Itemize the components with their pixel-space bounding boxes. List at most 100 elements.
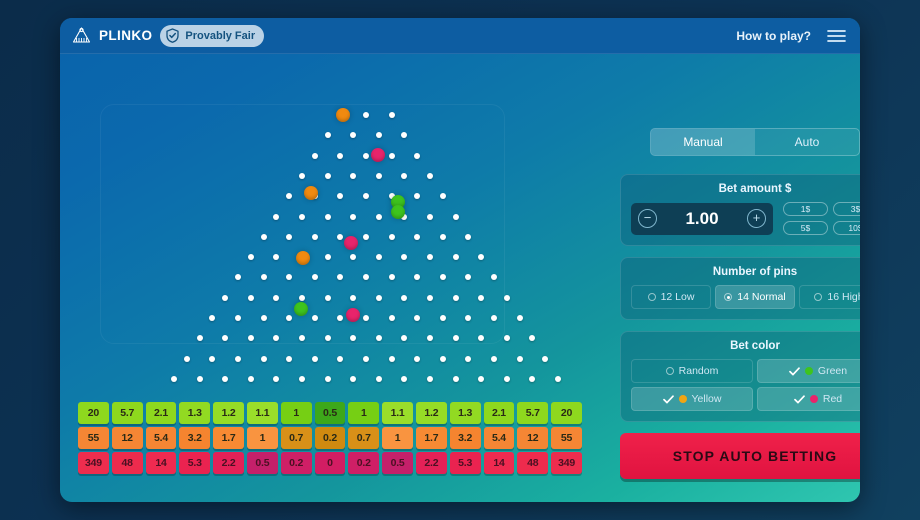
- pin: [478, 376, 484, 382]
- bet-amount-card: Bet amount $ − 1.00 + 1$ 3$ 5$ 10$: [620, 174, 860, 246]
- pin: [491, 274, 497, 280]
- pins-option-14-normal[interactable]: 14 Normal: [715, 285, 795, 309]
- multiplier-cell: 14: [484, 452, 515, 474]
- multiplier-cell: 14: [146, 452, 177, 474]
- quick-bet-3[interactable]: 3$: [833, 202, 860, 216]
- pins-option-16-high[interactable]: 16 High: [799, 285, 860, 309]
- multiplier-cell: 0.5: [382, 452, 413, 474]
- multiplier-cell: 1.2: [416, 402, 447, 424]
- pin: [299, 376, 305, 382]
- multiplier-row-orange: 55125.43.21.710.70.20.711.73.25.41255: [78, 427, 582, 449]
- plinko-ball: [391, 205, 405, 219]
- multiplier-cell: 1: [281, 402, 312, 424]
- pin: [401, 335, 407, 341]
- pin: [376, 376, 382, 382]
- pins-option-label: 14 Normal: [737, 291, 785, 303]
- quick-bet-5[interactable]: 5$: [783, 221, 828, 235]
- bet-color-card: Bet color Random Green: [620, 331, 860, 422]
- pin: [389, 153, 395, 159]
- multiplier-cell: 5.4: [146, 427, 177, 449]
- quick-bet-1[interactable]: 1$: [783, 202, 828, 216]
- how-to-play-link[interactable]: How to play?: [736, 29, 811, 43]
- multiplier-cell: 2.2: [213, 452, 244, 474]
- multiplier-cell: 1.7: [416, 427, 447, 449]
- number-of-pins-title: Number of pins: [631, 266, 860, 278]
- bet-color-label: Red: [823, 393, 842, 405]
- pin: [504, 295, 510, 301]
- provably-fair-badge[interactable]: Provably Fair: [160, 25, 264, 47]
- pin: [248, 335, 254, 341]
- tab-auto[interactable]: Auto: [755, 129, 859, 155]
- pin: [401, 173, 407, 179]
- radio-icon: [814, 293, 822, 301]
- pin: [401, 295, 407, 301]
- header-right-group: How to play?: [736, 29, 860, 43]
- pin: [350, 254, 356, 260]
- bet-color-red[interactable]: Red: [757, 387, 860, 411]
- multiplier-cell: 0.2: [348, 452, 379, 474]
- multiplier-cell: 0.7: [348, 427, 379, 449]
- shield-check-icon: [165, 28, 180, 43]
- bet-increment-button[interactable]: +: [747, 209, 766, 228]
- pin: [465, 315, 471, 321]
- pin: [337, 234, 343, 240]
- pin: [261, 274, 267, 280]
- pin: [555, 376, 561, 382]
- pin: [363, 153, 369, 159]
- color-swatch-yellow: [679, 395, 687, 403]
- multiplier-cell: 0.7: [281, 427, 312, 449]
- multiplier-row-red: 34948145.32.20.50.200.20.52.25.31448349: [78, 452, 582, 474]
- pin: [376, 335, 382, 341]
- pin: [504, 376, 510, 382]
- radio-icon: [666, 367, 674, 375]
- multiplier-cell: 1: [348, 402, 379, 424]
- pin: [312, 356, 318, 362]
- multiplier-cell: 1.2: [213, 402, 244, 424]
- multiplier-cell: 1.7: [213, 427, 244, 449]
- pin: [350, 132, 356, 138]
- pin: [427, 376, 433, 382]
- quick-bet-10[interactable]: 10$: [833, 221, 860, 235]
- bet-color-green[interactable]: Green: [757, 359, 860, 383]
- pin: [376, 295, 382, 301]
- plinko-ball: [346, 308, 360, 322]
- mode-tabs: Manual Auto: [650, 128, 860, 156]
- pin: [350, 173, 356, 179]
- hamburger-menu-icon[interactable]: [827, 29, 846, 43]
- color-swatch-red: [810, 395, 818, 403]
- pin: [261, 356, 267, 362]
- pin: [376, 214, 382, 220]
- check-icon: [789, 367, 800, 376]
- pin: [465, 356, 471, 362]
- pin: [312, 315, 318, 321]
- pin: [312, 153, 318, 159]
- multiplier-cell: 0.2: [315, 427, 346, 449]
- pin: [453, 376, 459, 382]
- pin: [299, 214, 305, 220]
- bet-amount-input[interactable]: − 1.00 +: [631, 203, 773, 235]
- pin: [414, 315, 420, 321]
- pin: [337, 315, 343, 321]
- control-panel: Manual Auto Bet amount $ − 1.00 + 1$ 3$ …: [620, 128, 860, 479]
- pin: [414, 153, 420, 159]
- multiplier-cell: 3.2: [450, 427, 481, 449]
- pin: [325, 254, 331, 260]
- pin: [286, 315, 292, 321]
- pin: [222, 376, 228, 382]
- multiplier-cell: 12: [112, 427, 143, 449]
- pin: [389, 234, 395, 240]
- pin: [299, 335, 305, 341]
- bet-decrement-button[interactable]: −: [638, 209, 657, 228]
- pin: [363, 112, 369, 118]
- tab-manual[interactable]: Manual: [651, 129, 755, 155]
- multiplier-cell: 12: [517, 427, 548, 449]
- bet-color-random[interactable]: Random: [631, 359, 753, 383]
- bet-color-yellow[interactable]: Yellow: [631, 387, 753, 411]
- pin: [414, 356, 420, 362]
- stop-auto-betting-button[interactable]: STOP AUTO BETTING: [620, 433, 860, 479]
- pin: [478, 335, 484, 341]
- pin: [376, 173, 382, 179]
- pin: [197, 376, 203, 382]
- pin: [235, 274, 241, 280]
- pins-option-12-low[interactable]: 12 Low: [631, 285, 711, 309]
